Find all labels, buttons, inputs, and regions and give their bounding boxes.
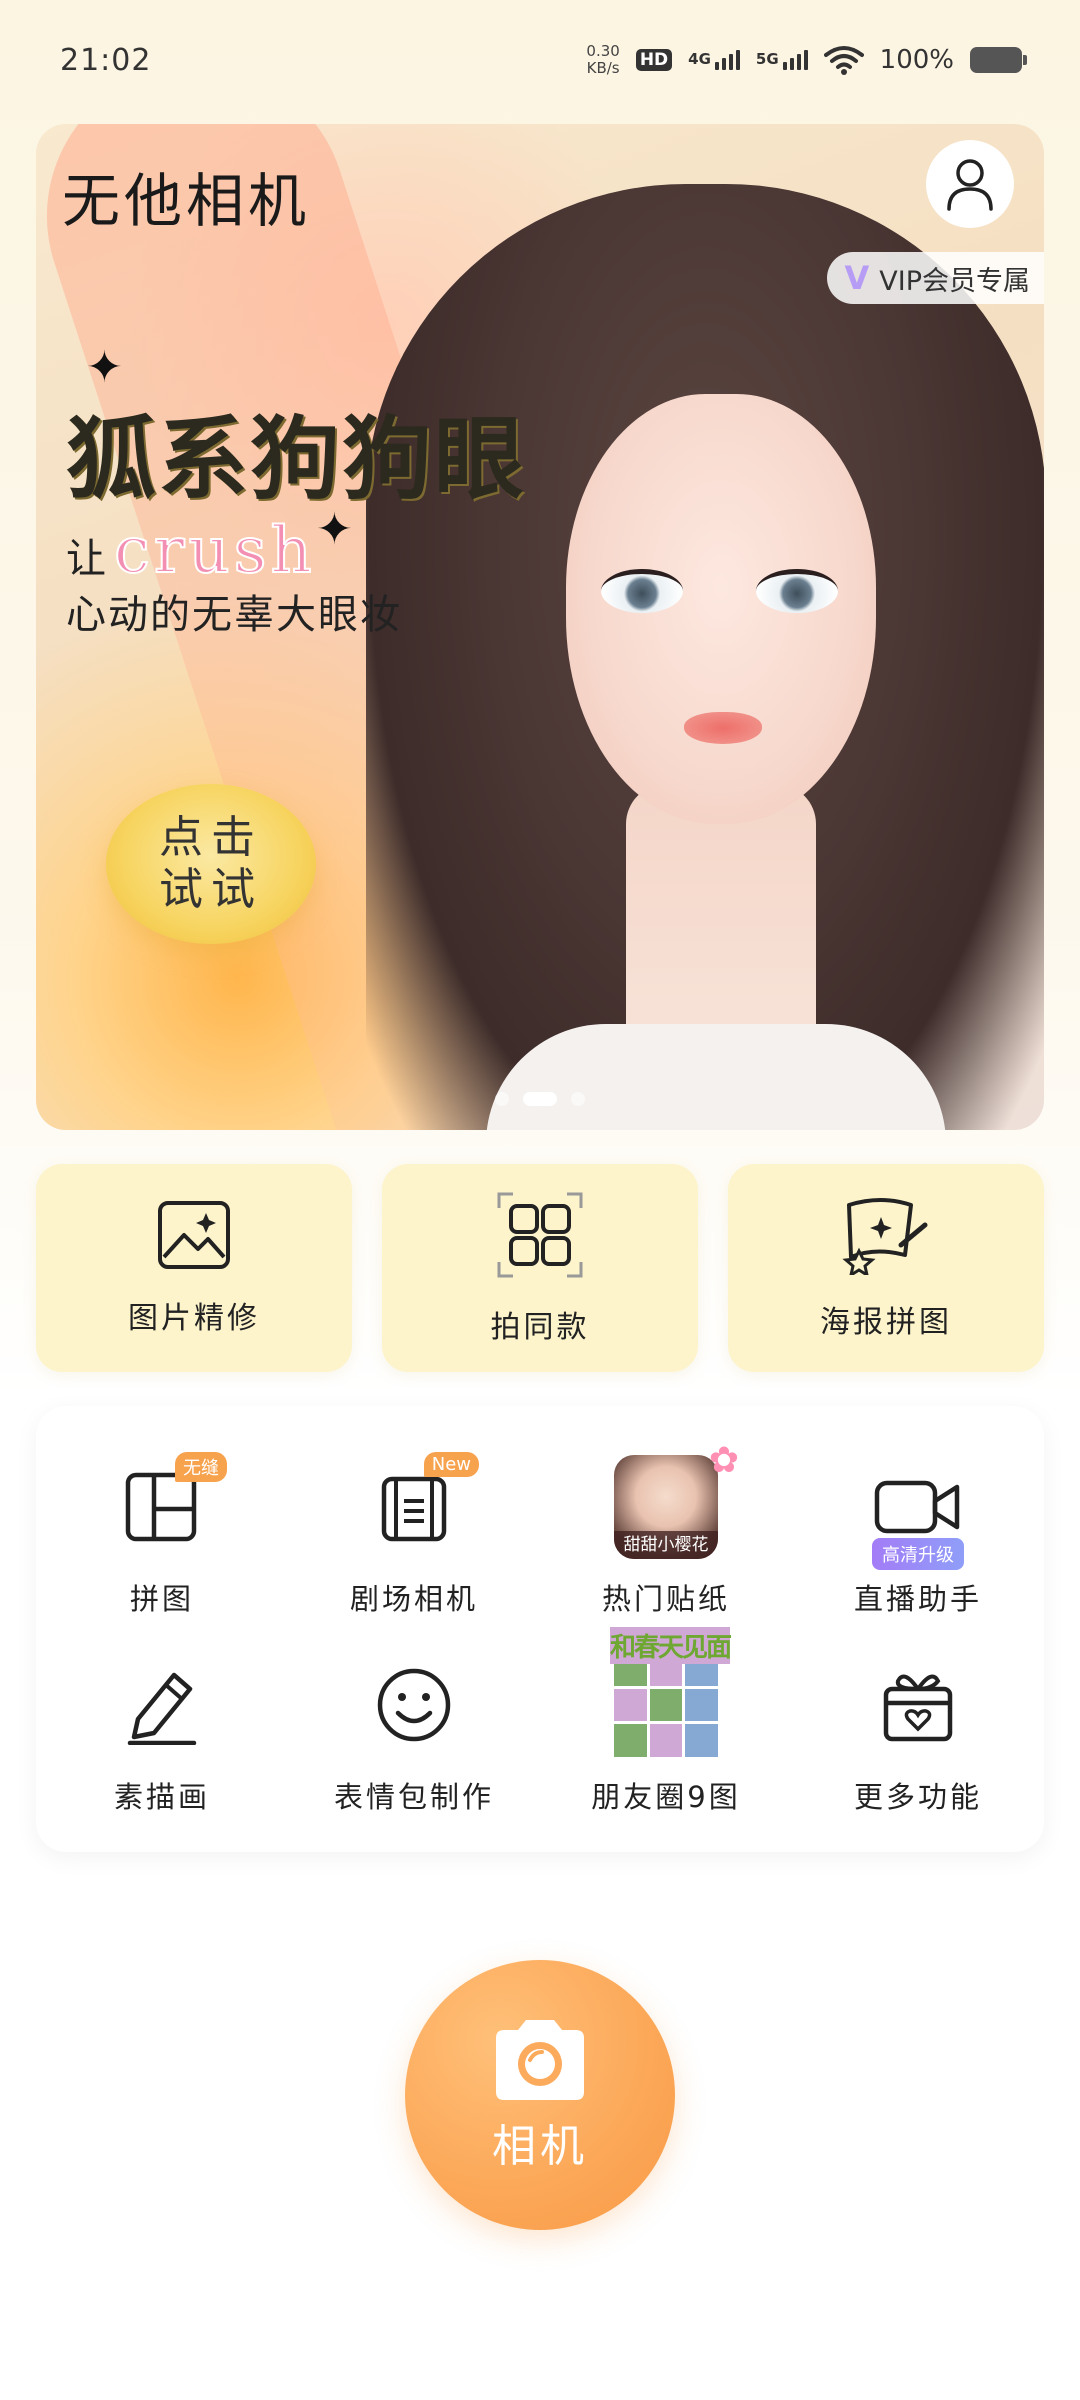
vip-icon: V bbox=[844, 259, 870, 297]
try-now-badge[interactable]: 点击 试试 bbox=[106, 784, 316, 944]
banner-headline: 狐系狗狗眼 bbox=[66, 407, 526, 512]
signal-5g-icon: 5G bbox=[756, 50, 808, 70]
poster-icon bbox=[842, 1198, 928, 1275]
sparkle-icon: ✦ bbox=[316, 504, 353, 555]
banner-pagination bbox=[36, 1092, 1044, 1106]
status-bar: 21:02 0.30 KB/s HD 4G 5G 100% bbox=[0, 0, 1080, 120]
banner-model-photo bbox=[366, 184, 1044, 1130]
camera-button[interactable]: 相机 bbox=[405, 1960, 675, 2230]
seamless-badge: 无缝 bbox=[175, 1452, 227, 1482]
banner-subtitle-line1: 让 crush bbox=[66, 513, 316, 589]
network-speed: 0.30 KB/s bbox=[586, 43, 619, 77]
flower-icon: ✿ bbox=[708, 1440, 739, 1481]
tool-collage[interactable]: 无缝 拼图 bbox=[36, 1436, 288, 1634]
pencil-icon bbox=[127, 1672, 197, 1745]
tool-label: 剧场相机 bbox=[349, 1582, 478, 1616]
signal-5g-label: 5G bbox=[755, 50, 779, 68]
tool-label: 热门贴纸 bbox=[601, 1582, 730, 1616]
tool-more-features[interactable]: 更多功能 bbox=[792, 1634, 1044, 1832]
page-dot bbox=[495, 1092, 509, 1106]
network-speed-value: 0.30 bbox=[586, 42, 620, 60]
tool-moments-9grid[interactable]: 和春天见面 朋友圈9图 bbox=[540, 1627, 792, 1832]
copy-style-card[interactable]: 拍同款 bbox=[382, 1164, 698, 1372]
battery-percent: 100% bbox=[879, 45, 954, 75]
network-speed-unit: KB/s bbox=[586, 59, 620, 77]
sticker-caption: 甜甜小樱花 bbox=[614, 1531, 718, 1559]
user-icon bbox=[947, 159, 993, 211]
tool-label: 朋友圈9图 bbox=[591, 1780, 741, 1814]
tool-label: 拼图 bbox=[129, 1582, 194, 1616]
image-icon bbox=[158, 1201, 230, 1269]
subtitle-prefix: 让 bbox=[66, 536, 106, 582]
feature-label: 拍同款 bbox=[490, 1310, 590, 1345]
smiley-icon bbox=[377, 1668, 451, 1742]
tool-live-assistant[interactable]: 高清升级 直播助手 bbox=[792, 1436, 1044, 1634]
signal-4g-icon: 4G bbox=[688, 50, 740, 70]
film-icon bbox=[381, 1476, 447, 1542]
nine-grid-caption: 和春天见面 bbox=[610, 1627, 732, 1664]
photo-retouch-card[interactable]: 图片精修 bbox=[36, 1164, 352, 1372]
vip-label: VIP会员专属 bbox=[879, 265, 1030, 297]
tool-theater-camera[interactable]: New 剧场相机 bbox=[288, 1436, 540, 1634]
battery-icon bbox=[970, 47, 1027, 73]
feature-label: 海报拼图 bbox=[820, 1305, 952, 1340]
status-time: 21:02 bbox=[60, 42, 152, 78]
page-dot bbox=[571, 1092, 585, 1106]
tool-label: 更多功能 bbox=[853, 1780, 982, 1814]
tool-meme-maker[interactable]: 表情包制作 bbox=[288, 1634, 540, 1832]
tool-label: 直播助手 bbox=[853, 1582, 982, 1616]
video-camera-icon bbox=[874, 1480, 960, 1534]
nine-grid-thumbnail: 和春天见面 bbox=[610, 1627, 732, 1757]
sticker-thumbnail: 甜甜小樱花 bbox=[614, 1455, 718, 1559]
signal-4g-label: 4G bbox=[688, 50, 711, 68]
wifi-icon bbox=[823, 46, 864, 75]
hd-upgrade-tag: 高清升级 bbox=[872, 1538, 964, 1570]
app-logo: 无他相机 bbox=[62, 167, 311, 235]
promo-banner[interactable]: 无他相机 V VIP会员专属 ✦ 狐系狗狗眼 让 crush ✦ 心动的无辜大眼… bbox=[36, 124, 1044, 1130]
tool-label: 素描画 bbox=[113, 1780, 210, 1814]
camera-icon bbox=[496, 2020, 584, 2100]
tool-hot-stickers[interactable]: 甜甜小樱花 ✿ 热门贴纸 bbox=[540, 1436, 792, 1634]
camera-label: 相机 bbox=[492, 2121, 588, 2172]
feature-label: 图片精修 bbox=[128, 1301, 260, 1336]
tools-grid: 无缝 拼图 New 剧场相机 甜甜小樱花 ✿ 热门贴纸 高清升级 直播助手 素描… bbox=[36, 1406, 1044, 1852]
hd-call-icon: HD bbox=[635, 49, 673, 71]
new-badge: New bbox=[423, 1452, 479, 1477]
profile-button[interactable] bbox=[926, 140, 1014, 228]
vip-exclusive-tag[interactable]: V VIP会员专属 bbox=[826, 252, 1044, 304]
tool-sketch[interactable]: 素描画 bbox=[36, 1634, 288, 1832]
tool-label: 表情包制作 bbox=[333, 1780, 494, 1814]
poster-collage-card[interactable]: 海报拼图 bbox=[728, 1164, 1044, 1372]
status-icons: 0.30 KB/s HD 4G 5G 100% bbox=[586, 43, 1027, 77]
feature-cards: 图片精修 拍同款 海报拼图 bbox=[36, 1164, 1044, 1372]
cta-line1: 点击 bbox=[159, 812, 263, 863]
gift-icon bbox=[883, 1674, 953, 1742]
banner-subtitle-line2: 心动的无辜大眼妆 bbox=[66, 592, 402, 638]
subtitle-highlight: crush bbox=[113, 513, 316, 589]
grid-scan-icon bbox=[497, 1192, 583, 1278]
page-dot-active bbox=[523, 1092, 557, 1106]
cta-line2: 试试 bbox=[159, 864, 263, 915]
